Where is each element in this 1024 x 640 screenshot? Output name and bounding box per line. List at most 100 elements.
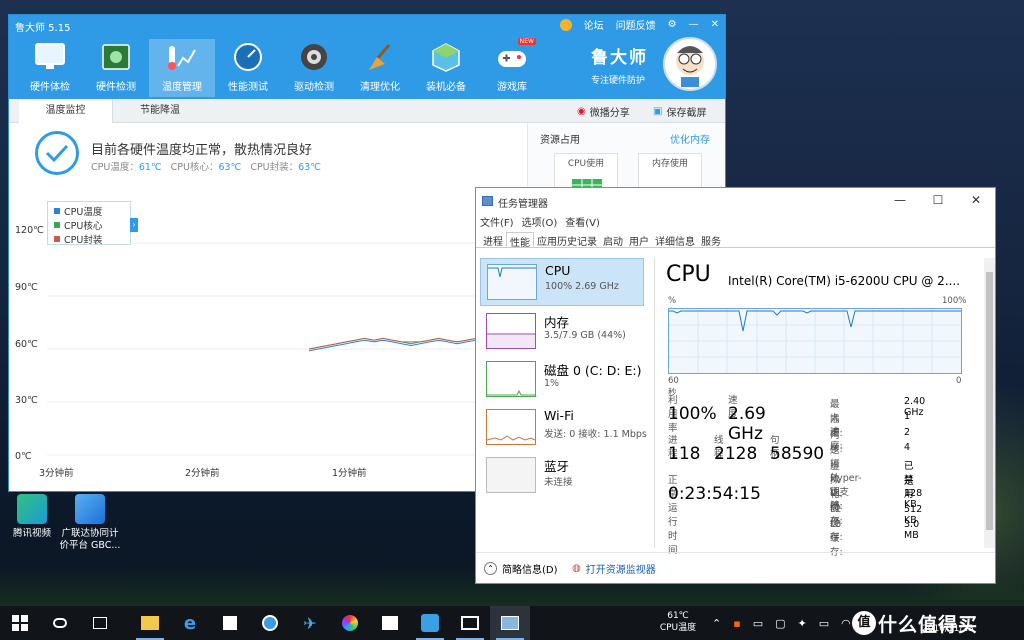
perf-item-disk[interactable]: 磁盘 0 (C: D: E:) 1% bbox=[480, 356, 644, 404]
menu-view[interactable]: 查看(V) bbox=[565, 214, 600, 229]
nav-label: 装机必备 bbox=[426, 82, 466, 93]
cpu-utilization-graph bbox=[668, 308, 962, 374]
taskbar-ludashi[interactable] bbox=[410, 606, 450, 640]
perf-item-sub: 3.5/7.9 GB (44%) bbox=[544, 330, 626, 341]
vertical-scrollbar[interactable] bbox=[984, 258, 995, 548]
forum-link[interactable]: 论坛 bbox=[584, 17, 604, 32]
task-view-button[interactable] bbox=[80, 606, 120, 640]
legend-label: CPU温度 bbox=[64, 207, 103, 218]
settings-icon[interactable]: ⚙ bbox=[668, 19, 677, 30]
menu-options[interactable]: 选项(O) bbox=[522, 214, 558, 229]
broom-icon bbox=[362, 40, 398, 74]
bird-icon: ✈ bbox=[303, 613, 317, 633]
legend-item: CPU温度 bbox=[54, 204, 124, 218]
status-title: 目前各硬件温度均正常，散热情况良好 bbox=[91, 143, 313, 158]
cpu-package-label: CPU封装： bbox=[250, 162, 299, 173]
optimize-memory-link[interactable]: 优化内存 bbox=[670, 131, 710, 146]
y-tick: 0℃ bbox=[15, 451, 32, 462]
window-app-icon bbox=[461, 616, 479, 630]
x-tick: 1分钟前 bbox=[332, 468, 367, 479]
tray-app-icon[interactable]: ▪ bbox=[733, 617, 740, 630]
perf-item-wifi[interactable]: Wi-Fi 发送: 0 接收: 1.1 Mbps bbox=[480, 404, 647, 452]
perf-item-bluetooth[interactable]: 蓝牙 未连接 bbox=[480, 452, 644, 500]
taskbar-explorer[interactable] bbox=[130, 606, 170, 640]
tab-users[interactable]: 用户 bbox=[626, 232, 652, 248]
desktop-icon-tencent-video[interactable]: 腾讯视频 bbox=[0, 494, 64, 540]
fewer-details-button[interactable]: ⌃ 简略信息(D) bbox=[484, 561, 558, 576]
edge-icon: e bbox=[183, 612, 197, 634]
nav-benchmark[interactable]: 性能测试 bbox=[215, 39, 281, 97]
watermark-logo-icon: 值 bbox=[852, 611, 876, 635]
save-screenshot-button[interactable]: ▣ 保存截屏 bbox=[653, 104, 706, 119]
chevron-up-icon: ⌃ bbox=[484, 562, 497, 575]
tab-app-history[interactable]: 应用历史记录 bbox=[534, 232, 600, 248]
taskbar-store[interactable] bbox=[210, 606, 250, 640]
weibo-share-button[interactable]: ◉ 微播分享 bbox=[577, 104, 630, 119]
tab-energy-saving[interactable]: 节能降温 bbox=[113, 99, 207, 123]
menu-file[interactable]: 文件(F) bbox=[480, 214, 514, 229]
nav-label: 温度管理 bbox=[162, 82, 202, 93]
util-value: 100% bbox=[668, 404, 717, 424]
taskbar-app-pinwheel[interactable] bbox=[330, 606, 370, 640]
tab-details[interactable]: 详细信息 bbox=[652, 232, 698, 248]
tray-cpu-temp[interactable]: 61℃ CPU温度 bbox=[656, 610, 700, 634]
tray-app-icon-3[interactable]: ▢ bbox=[775, 617, 785, 630]
taskbar-app-clock[interactable] bbox=[250, 606, 290, 640]
nav-label: 游戏库 bbox=[497, 82, 527, 93]
task-manager-window: 任务管理器 — ☐ ✕ 文件(F) 选项(O) 查看(V) 进程 性能 应用历史… bbox=[475, 187, 996, 584]
tray-app-icon-2[interactable]: ▭ bbox=[753, 617, 763, 630]
prop-value: 1 bbox=[904, 411, 911, 422]
perf-item-memory[interactable]: 内存 3.5/7.9 GB (44%) bbox=[480, 308, 644, 356]
maximize-icon[interactable]: ☐ bbox=[919, 188, 957, 214]
taskbar-task-manager[interactable] bbox=[490, 606, 530, 640]
nav-games[interactable]: NEW 游戏库 bbox=[479, 38, 545, 97]
thermometer-icon bbox=[164, 40, 200, 74]
nav-hardware-detect[interactable]: 硬件检测 bbox=[83, 39, 149, 97]
clock-app-icon bbox=[262, 615, 278, 631]
feedback-link[interactable]: 问题反馈 bbox=[616, 17, 656, 32]
y-tick: 90℃ bbox=[15, 282, 38, 293]
tray-app-icon-4[interactable]: ✦ bbox=[798, 617, 807, 630]
nav-cleanup[interactable]: 清理优化 bbox=[347, 39, 413, 97]
medal-icon[interactable] bbox=[559, 18, 572, 31]
memory-thumbnail bbox=[486, 313, 536, 349]
legend-toggle-icon[interactable]: › bbox=[130, 218, 138, 232]
desktop-icon-glodon-gbc[interactable]: 广联达协同计价平台 GBC... bbox=[58, 494, 122, 552]
perf-item-cpu[interactable]: CPU 100% 2.69 GHz bbox=[480, 258, 644, 306]
taskbar-edge[interactable]: e bbox=[170, 606, 210, 640]
tab-temp-monitor[interactable]: 温度监控 bbox=[19, 99, 113, 123]
cpu-temp-label: CPU温度： bbox=[91, 162, 139, 173]
cpu-heading: CPU bbox=[666, 262, 711, 287]
minimize-icon[interactable]: — bbox=[689, 19, 699, 30]
pane-divider bbox=[654, 258, 655, 548]
tab-performance[interactable]: 性能 bbox=[506, 232, 534, 249]
resource-monitor-icon: ◍ bbox=[572, 563, 581, 574]
close-icon[interactable]: ✕ bbox=[711, 19, 719, 30]
cortana-button[interactable] bbox=[40, 606, 80, 640]
tab-services[interactable]: 服务 bbox=[698, 232, 724, 248]
brand-slogan: 专注硬件防护 bbox=[591, 76, 646, 86]
minimize-icon[interactable]: — bbox=[881, 188, 919, 214]
nav-driver[interactable]: 驱动检测 bbox=[281, 39, 347, 97]
nav-hardware-checkup[interactable]: 硬件体检 bbox=[17, 39, 83, 97]
taskbar-app-bird[interactable]: ✈ bbox=[290, 606, 330, 640]
tray-date[interactable]: 2016/11/23 bbox=[922, 624, 974, 634]
scrollbar-thumb[interactable] bbox=[986, 272, 993, 530]
open-resource-monitor-link[interactable]: ◍ 打开资源监视器 bbox=[572, 561, 656, 576]
close-icon[interactable]: ✕ bbox=[957, 188, 995, 214]
tab-processes[interactable]: 进程 bbox=[480, 232, 506, 248]
wifi-icon[interactable]: ◠ bbox=[841, 617, 851, 630]
tray-overflow-icon[interactable]: ⌃ bbox=[712, 617, 721, 630]
start-button[interactable] bbox=[0, 606, 40, 640]
ludashi-header: 鲁大师 5.15 论坛 问题反馈 ⚙ — ✕ 硬件体检 硬件检测 温度管理 性能… bbox=[9, 15, 725, 99]
taskbar-app-window[interactable] bbox=[450, 606, 490, 640]
ludashi-icon bbox=[421, 614, 439, 632]
nav-temperature[interactable]: 温度管理 bbox=[149, 39, 215, 97]
store-icon bbox=[223, 616, 237, 630]
taskbar-app-photos[interactable] bbox=[370, 606, 410, 640]
battery-icon[interactable]: ▭ bbox=[819, 617, 829, 630]
cube-icon bbox=[428, 40, 464, 74]
tab-startup[interactable]: 启动 bbox=[600, 232, 626, 248]
resource-title: 资源占用 bbox=[540, 135, 580, 146]
nav-essentials[interactable]: 装机必备 bbox=[413, 39, 479, 97]
